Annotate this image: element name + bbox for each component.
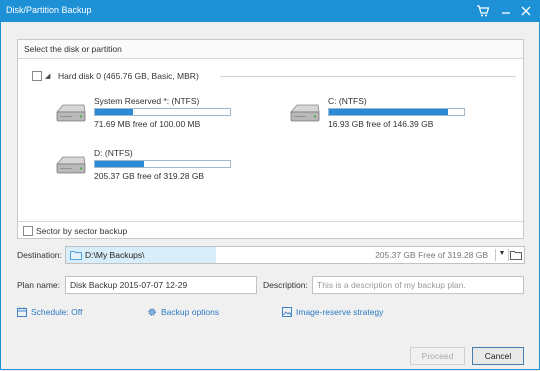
usage-bar-fill <box>95 161 144 167</box>
backup-options-link-label: Backup options <box>161 307 220 317</box>
description-input[interactable]: This is a description of my backup plan. <box>312 276 524 294</box>
plan-name-label: Plan name: <box>17 280 60 290</box>
divider <box>220 76 516 77</box>
hard-drive-icon <box>288 102 322 126</box>
hard-drive-icon <box>54 102 88 126</box>
window-title: Disk/Partition Backup <box>6 5 92 15</box>
title-bar: Disk/Partition Backup <box>0 0 540 22</box>
divider <box>495 249 496 261</box>
cancel-button[interactable]: Cancel <box>472 347 524 365</box>
cart-icon[interactable] <box>476 4 490 18</box>
usage-bar-fill <box>329 109 448 115</box>
disk-label: Hard disk 0 (465.76 GB, Basic, MBR) <box>58 71 199 81</box>
partition-name: System Reserved *: (NTFS) <box>94 96 200 106</box>
schedule-link[interactable]: Schedule: Off <box>17 307 117 319</box>
collapse-triangle-icon[interactable]: ◢ <box>45 72 50 80</box>
calendar-icon <box>17 307 27 317</box>
image-reserve-strategy-link-label: Image-reserve strategy <box>296 307 384 317</box>
usage-bar <box>94 160 231 168</box>
sector-backup-row[interactable]: Sector by sector backup <box>18 221 523 239</box>
hard-drive-icon <box>54 154 88 178</box>
partition-free-space: 205.37 GB free of 319.28 GB <box>94 171 205 181</box>
dialog-footer: Proceed Cancel <box>0 340 538 369</box>
sector-backup-label: Sector by sector backup <box>36 226 128 236</box>
plan-name-value: Disk Backup 2015-07-07 12-29 <box>70 280 188 290</box>
backup-options-link[interactable]: Backup options <box>147 307 247 319</box>
usage-bar-fill <box>95 109 133 115</box>
destination-label: Destination: <box>17 250 62 260</box>
divider <box>508 249 509 261</box>
image-icon <box>282 307 292 317</box>
partition-free-space: 16.93 GB free of 146.39 GB <box>328 119 434 129</box>
description-placeholder: This is a description of my backup plan. <box>317 280 466 290</box>
partition-d[interactable]: D: (NTFS) 205.37 GB free of 319.28 GB <box>54 148 254 188</box>
destination-free-space: 205.37 GB Free of 319.28 GB <box>375 250 488 260</box>
gear-icon <box>147 307 157 317</box>
panel-header: Select the disk or partition <box>18 40 523 59</box>
disk-row[interactable]: ◢ Hard disk 0 (465.76 GB, Basic, MBR) <box>32 70 520 82</box>
folder-icon <box>70 250 82 260</box>
image-reserve-strategy-link[interactable]: Image-reserve strategy <box>282 307 412 319</box>
partition-free-space: 71.69 MB free of 100.00 MB <box>94 119 201 129</box>
partition-system-reserved[interactable]: System Reserved *: (NTFS) 71.69 MB free … <box>54 96 254 136</box>
partition-c[interactable]: C: (NTFS) 16.93 GB free of 146.39 GB <box>288 96 488 136</box>
browse-folder-icon[interactable] <box>510 249 522 261</box>
close-icon[interactable] <box>519 4 533 18</box>
schedule-link-label: Schedule: Off <box>31 307 83 317</box>
disk-checkbox[interactable] <box>32 71 42 81</box>
usage-bar <box>94 108 231 116</box>
panel-header-label: Select the disk or partition <box>24 44 122 54</box>
plan-name-input[interactable]: Disk Backup 2015-07-07 12-29 <box>65 276 257 294</box>
sector-backup-checkbox[interactable] <box>23 226 33 236</box>
disk-selection-panel: Select the disk or partition ◢ Hard disk… <box>17 39 524 239</box>
description-label: Description: <box>263 280 308 290</box>
partition-name: D: (NTFS) <box>94 148 133 158</box>
destination-field[interactable]: D:\My Backups\ 205.37 GB Free of 319.28 … <box>65 246 525 264</box>
usage-bar <box>328 108 465 116</box>
chevron-down-icon[interactable]: ▼ <box>497 250 507 260</box>
partition-name: C: (NTFS) <box>328 96 367 106</box>
proceed-button[interactable]: Proceed <box>410 347 465 365</box>
destination-path: D:\My Backups\ <box>85 250 145 260</box>
minimize-icon[interactable] <box>499 4 513 18</box>
